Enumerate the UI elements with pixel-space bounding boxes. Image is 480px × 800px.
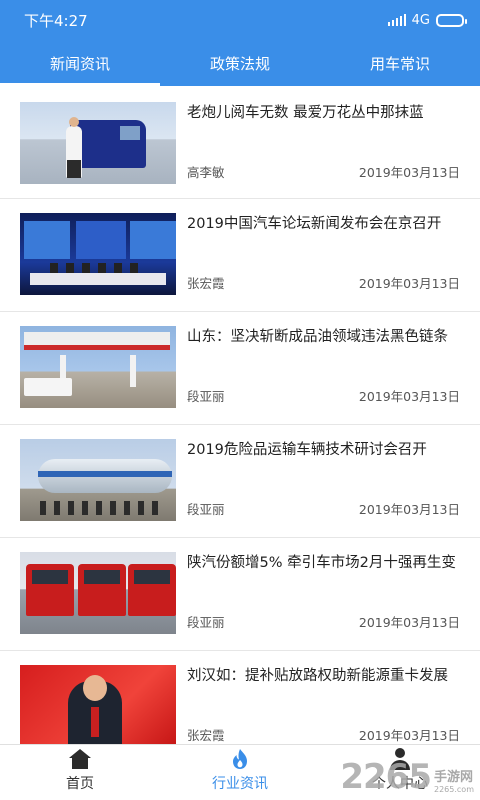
news-title: 老炮儿阅车无数 最爱万花丛中那抹蓝 bbox=[187, 105, 424, 121]
news-thumbnail bbox=[20, 213, 176, 295]
news-item[interactable]: 陕汽份额增5% 牵引车市场2月十强再生变 段亚丽 2019年03月13日 bbox=[0, 538, 480, 651]
status-bar: 下午4:27 4G bbox=[0, 0, 480, 40]
network-label: 4G bbox=[411, 12, 430, 28]
nav-profile-label: 个人中心 bbox=[372, 776, 428, 792]
nav-home[interactable]: 首页 bbox=[0, 745, 160, 800]
news-author: 高李敏 bbox=[187, 165, 225, 180]
status-indicators: 4G bbox=[387, 12, 467, 28]
news-item[interactable]: 2019危险品运输车辆技术研讨会召开 段亚丽 2019年03月13日 bbox=[0, 425, 480, 538]
news-item[interactable]: 山东：坚决斩断成品油领域违法黑色链条 段亚丽 2019年03月13日 bbox=[0, 312, 480, 425]
news-thumbnail bbox=[20, 326, 176, 408]
news-date: 2019年03月13日 bbox=[358, 389, 460, 404]
news-item[interactable]: 2019中国汽车论坛新闻发布会在京召开 张宏霞 2019年03月13日 bbox=[0, 199, 480, 312]
news-date: 2019年03月13日 bbox=[358, 276, 460, 291]
news-thumbnail bbox=[20, 552, 176, 634]
news-thumbnail bbox=[20, 439, 176, 521]
news-item[interactable]: 刘汉如：提补贴放路权助新能源重卡发展 张宏霞 2019年03月13日 bbox=[0, 651, 480, 744]
news-author: 段亚丽 bbox=[187, 615, 225, 630]
news-author: 段亚丽 bbox=[187, 389, 225, 404]
flame-icon bbox=[228, 748, 252, 770]
news-author: 张宏霞 bbox=[187, 728, 225, 743]
news-item[interactable]: 老炮儿阅车无数 最爱万花丛中那抹蓝 高李敏 2019年03月13日 bbox=[0, 86, 480, 199]
tab-car-tips[interactable]: 用车常识 bbox=[320, 40, 480, 86]
bottom-nav: 首页 行业资讯 个人中心 bbox=[0, 744, 480, 800]
news-title: 2019危险品运输车辆技术研讨会召开 bbox=[187, 442, 427, 458]
news-date: 2019年03月13日 bbox=[358, 502, 460, 517]
news-title: 刘汉如：提补贴放路权助新能源重卡发展 bbox=[187, 668, 448, 684]
news-date: 2019年03月13日 bbox=[358, 165, 460, 180]
nav-profile[interactable]: 个人中心 bbox=[320, 745, 480, 800]
news-author: 段亚丽 bbox=[187, 502, 225, 517]
news-thumbnail bbox=[20, 102, 176, 184]
news-date: 2019年03月13日 bbox=[358, 728, 460, 743]
nav-industry-news-label: 行业资讯 bbox=[212, 776, 268, 792]
top-tab-bar: 新闻资讯 政策法规 用车常识 bbox=[0, 40, 480, 86]
person-icon bbox=[388, 748, 412, 770]
signal-icon bbox=[387, 14, 406, 26]
news-title: 山东：坚决斩断成品油领域违法黑色链条 bbox=[187, 329, 448, 345]
news-author: 张宏霞 bbox=[187, 276, 225, 291]
battery-icon bbox=[436, 13, 467, 27]
news-title: 2019中国汽车论坛新闻发布会在京召开 bbox=[187, 216, 442, 232]
news-date: 2019年03月13日 bbox=[358, 615, 460, 630]
tab-policy[interactable]: 政策法规 bbox=[160, 40, 320, 86]
nav-home-label: 首页 bbox=[66, 776, 94, 792]
home-icon bbox=[68, 748, 92, 770]
news-title: 陕汽份额增5% 牵引车市场2月十强再生变 bbox=[187, 555, 456, 571]
app-screen: 下午4:27 4G 新闻资讯 政策法规 用车常识 老炮儿阅车无数 最爱万花丛中那… bbox=[0, 0, 480, 800]
nav-industry-news[interactable]: 行业资讯 bbox=[160, 745, 320, 800]
news-list[interactable]: 老炮儿阅车无数 最爱万花丛中那抹蓝 高李敏 2019年03月13日 2019中国… bbox=[0, 86, 480, 744]
news-thumbnail bbox=[20, 665, 176, 744]
tab-news[interactable]: 新闻资讯 bbox=[0, 40, 160, 86]
status-time: 下午4:27 bbox=[24, 11, 88, 30]
